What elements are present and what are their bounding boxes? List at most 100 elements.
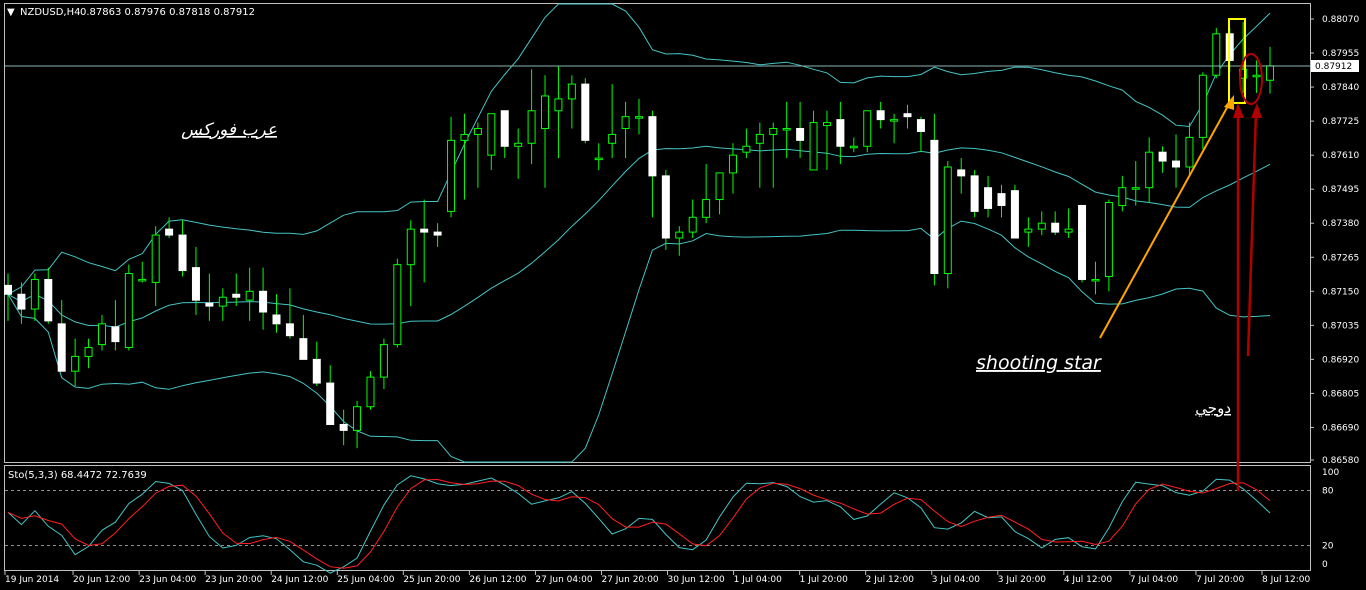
candle-body <box>1266 65 1274 81</box>
candle-body <box>84 347 93 357</box>
price-tick-label: 0.87495 <box>1322 185 1359 195</box>
candle <box>124 264 133 351</box>
price-tick-label: 0.88070 <box>1322 15 1359 25</box>
candle-body <box>473 128 482 135</box>
candle-body <box>420 228 429 233</box>
time-tick-label: 1 Jul 20:00 <box>800 575 849 585</box>
candle-body <box>796 128 805 141</box>
price-tick-label: 0.87955 <box>1322 49 1359 59</box>
candle-body <box>433 231 442 236</box>
candle-body <box>567 83 576 100</box>
candle-body <box>527 110 536 144</box>
candle-body <box>259 290 268 313</box>
candle-body <box>554 98 563 112</box>
time-tick-label: 4 Jul 12:00 <box>1064 575 1113 585</box>
price-tick-label: 0.87380 <box>1322 219 1359 229</box>
time-tick-label: 1 Jul 04:00 <box>734 575 783 585</box>
stochastic-level-label: 100 <box>1322 468 1339 478</box>
time-tick-label: 7 Jul 04:00 <box>1130 575 1179 585</box>
candle-body <box>608 133 617 144</box>
candle-body <box>500 110 509 147</box>
candle <box>1212 27 1221 79</box>
time-tick-label: 30 Jun 12:00 <box>668 575 725 585</box>
candle-body <box>165 228 174 236</box>
time-tick-label: 25 Jun 20:00 <box>403 575 460 585</box>
candle-body <box>353 406 362 431</box>
time-tick-label: 3 Jul 04:00 <box>932 575 981 585</box>
price-tick-label: 0.86690 <box>1322 423 1359 433</box>
candle-body <box>379 344 388 378</box>
candle-body <box>514 142 523 147</box>
candle-body <box>151 234 160 283</box>
candle-body <box>943 166 952 275</box>
stochastic-level-label: 80 <box>1322 486 1334 496</box>
arabic-title: عرب فوركس <box>181 120 277 140</box>
time-tick-label: 2 Jul 12:00 <box>866 575 915 585</box>
price-tick-label: 0.87035 <box>1322 321 1359 331</box>
dropdown-triangle-icon[interactable]: ▼ <box>7 7 15 18</box>
candle-body <box>111 326 120 343</box>
time-tick-label: 7 Jul 20:00 <box>1196 575 1245 585</box>
candle-body <box>541 95 550 130</box>
candle-body <box>1051 222 1060 233</box>
price-tick-label: 0.87150 <box>1322 287 1359 297</box>
price-tick-label: 0.87725 <box>1322 117 1359 127</box>
candle-body <box>1024 228 1033 233</box>
price-tick-label: 0.87265 <box>1322 253 1359 263</box>
candle-body <box>57 323 66 372</box>
candle-body <box>44 278 53 322</box>
time-tick-label: 24 Jun 12:00 <box>271 575 328 585</box>
candle-body <box>339 423 348 431</box>
candle-body <box>661 175 670 239</box>
candle <box>393 258 402 348</box>
ohlc-label: 0.87863 0.87976 0.87818 0.87912 <box>80 7 255 18</box>
candle-body <box>1131 187 1140 190</box>
candle-body <box>4 284 12 295</box>
current-price-tag: 0.87912 <box>1315 62 1352 72</box>
candle-body <box>124 273 133 349</box>
price-tick-label: 0.87610 <box>1322 151 1359 161</box>
candle-body <box>232 293 241 298</box>
candle-body <box>957 169 966 177</box>
candle-body <box>138 278 147 282</box>
candle-body <box>621 116 630 130</box>
stochastic-label: Sto(5,3,3) 68.4472 72.7639 <box>8 470 147 481</box>
candle-body <box>675 231 684 239</box>
candle-body <box>447 139 456 212</box>
doji-label: دوجي <box>1195 399 1231 418</box>
time-tick-label: 20 Jun 12:00 <box>73 575 130 585</box>
candle-body <box>299 338 308 360</box>
stochastic-level-label: 20 <box>1322 542 1334 552</box>
time-tick-label: 19 Jun 2014 <box>5 575 59 585</box>
candle-body <box>728 154 737 174</box>
candle-body <box>71 355 80 372</box>
candle-body <box>702 199 711 218</box>
candle-body <box>178 234 187 272</box>
time-tick-label: 25 Jun 04:00 <box>337 575 394 585</box>
time-tick-label: 27 Jun 20:00 <box>601 575 658 585</box>
candle-body <box>1172 160 1181 168</box>
price-tick-label: 0.86920 <box>1322 355 1359 365</box>
candle <box>943 161 952 289</box>
candle-body <box>312 358 321 384</box>
candle-body <box>1104 202 1113 277</box>
candle-body <box>876 110 885 121</box>
candle <box>863 110 872 153</box>
candle-body <box>809 122 818 171</box>
candle-body <box>1185 136 1194 168</box>
candle <box>1198 72 1207 150</box>
time-tick-label: 3 Jul 20:00 <box>998 575 1047 585</box>
candle-body <box>406 228 415 266</box>
candle-body <box>1118 187 1127 206</box>
candle-body <box>984 187 993 209</box>
candle-body <box>97 323 106 346</box>
candle-body <box>1010 190 1019 239</box>
candle-body <box>487 113 496 156</box>
time-tick-label: 8 Jul 12:00 <box>1262 575 1311 585</box>
candle-body <box>1145 151 1154 189</box>
candle-body <box>890 119 899 122</box>
candle <box>1078 204 1087 283</box>
candle-body <box>30 278 39 310</box>
candle <box>366 371 375 410</box>
candle-body <box>849 145 858 149</box>
